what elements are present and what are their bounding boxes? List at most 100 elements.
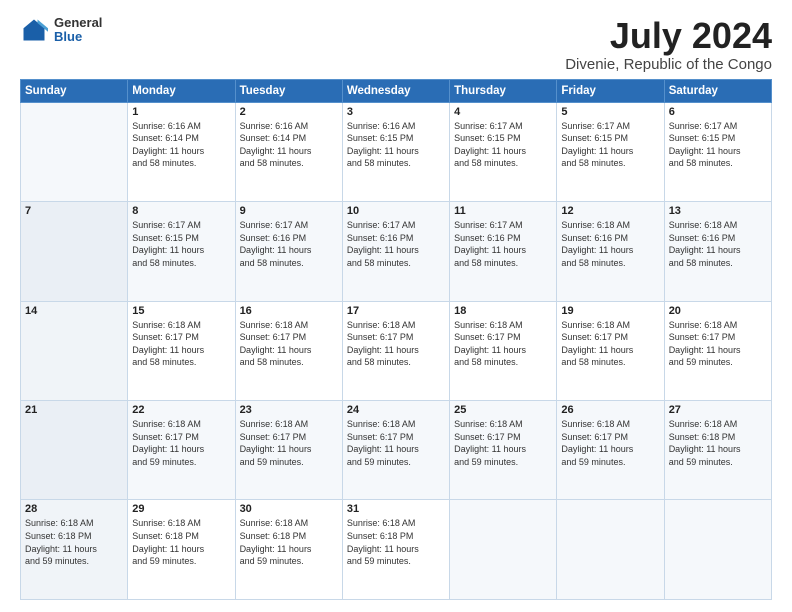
calendar-cell: 28Sunrise: 6:18 AM Sunset: 6:18 PM Dayli… [21,500,128,600]
day-number: 21 [25,404,123,416]
day-info: Sunrise: 6:18 AM Sunset: 6:18 PM Dayligh… [132,517,230,567]
day-number: 12 [561,205,659,217]
day-number: 23 [240,404,338,416]
calendar-header-tuesday: Tuesday [235,79,342,102]
day-number: 18 [454,305,552,317]
calendar-cell: 21 [21,401,128,500]
day-info: Sunrise: 6:16 AM Sunset: 6:14 PM Dayligh… [240,120,338,170]
day-info: Sunrise: 6:18 AM Sunset: 6:17 PM Dayligh… [454,319,552,369]
day-number: 7 [25,205,123,217]
day-number: 8 [132,205,230,217]
calendar-cell: 7 [21,202,128,301]
calendar-cell: 27 Sunrise: 6:18 AM Sunset: 6:18 PM Dayli… [664,401,771,500]
calendar-cell [557,500,664,600]
calendar-cell: 10 Sunrise: 6:17 AM Sunset: 6:16 PM Dayli… [342,202,449,301]
day-number: 6 [669,106,767,118]
calendar-cell: 14 [21,301,128,400]
logo-general: General [54,16,102,30]
logo-icon [20,16,48,44]
calendar-cell: 3Sunrise: 6:16 AM Sunset: 6:15 PM Daylig… [342,102,449,201]
calendar-cell: 17 Sunrise: 6:18 AM Sunset: 6:17 PM Dayli… [342,301,449,400]
day-info: Sunrise: 6:17 AM Sunset: 6:15 PM Dayligh… [561,120,659,170]
day-info: Sunrise: 6:18 AM Sunset: 6:17 PM Dayligh… [561,319,659,369]
day-number: 15 [132,305,230,317]
calendar-header-wednesday: Wednesday [342,79,449,102]
day-number: 20 [669,305,767,317]
day-number: 3 [347,106,445,118]
day-number: 28 [25,503,123,515]
calendar-cell: 11 Sunrise: 6:17 AM Sunset: 6:16 PM Dayli… [450,202,557,301]
calendar-cell: 23 Sunrise: 6:18 AM Sunset: 6:17 PM Dayli… [235,401,342,500]
calendar-cell: 20 Sunrise: 6:18 AM Sunset: 6:17 PM Dayli… [664,301,771,400]
day-number: 17 [347,305,445,317]
calendar-cell: 19 Sunrise: 6:18 AM Sunset: 6:17 PM Dayli… [557,301,664,400]
calendar-cell [664,500,771,600]
calendar-cell: 31 Sunrise: 6:18 AM Sunset: 6:18 PM Dayli… [342,500,449,600]
day-number: 31 [347,503,445,515]
calendar-cell: 2 Sunrise: 6:16 AM Sunset: 6:14 PM Daylig… [235,102,342,201]
day-number: 19 [561,305,659,317]
day-number: 26 [561,404,659,416]
day-info: Sunrise: 6:17 AM Sunset: 6:16 PM Dayligh… [347,219,445,269]
day-info: Sunrise: 6:18 AM Sunset: 6:18 PM Dayligh… [669,418,767,468]
calendar-cell: 24Sunrise: 6:18 AM Sunset: 6:17 PM Dayli… [342,401,449,500]
day-number: 1 [132,106,230,118]
calendar-header-saturday: Saturday [664,79,771,102]
calendar-cell: 4Sunrise: 6:17 AM Sunset: 6:15 PM Daylig… [450,102,557,201]
logo-text: General Blue [54,16,102,45]
month-title: July 2024 [565,16,772,56]
calendar-week-row: 78 Sunrise: 6:17 AM Sunset: 6:15 PM Dayli… [21,202,772,301]
day-number: 13 [669,205,767,217]
logo-blue: Blue [54,30,102,44]
day-info: Sunrise: 6:18 AM Sunset: 6:17 PM Dayligh… [240,418,338,468]
day-number: 2 [240,106,338,118]
calendar-week-row: 1 Sunrise: 6:16 AM Sunset: 6:14 PM Daylig… [21,102,772,201]
calendar-cell: 5 Sunrise: 6:17 AM Sunset: 6:15 PM Daylig… [557,102,664,201]
day-number: 5 [561,106,659,118]
calendar-week-row: 1415Sunrise: 6:18 AM Sunset: 6:17 PM Day… [21,301,772,400]
day-info: Sunrise: 6:17 AM Sunset: 6:16 PM Dayligh… [240,219,338,269]
calendar-cell: 15Sunrise: 6:18 AM Sunset: 6:17 PM Dayli… [128,301,235,400]
calendar-header-friday: Friday [557,79,664,102]
day-number: 27 [669,404,767,416]
calendar-cell: 22 Sunrise: 6:18 AM Sunset: 6:17 PM Dayli… [128,401,235,500]
day-number: 22 [132,404,230,416]
page: General Blue July 2024 Divenie, Republic… [0,0,792,612]
calendar-header-sunday: Sunday [21,79,128,102]
calendar-cell: 12 Sunrise: 6:18 AM Sunset: 6:16 PM Dayli… [557,202,664,301]
day-info: Sunrise: 6:18 AM Sunset: 6:17 PM Dayligh… [347,418,445,468]
calendar-cell [450,500,557,600]
day-info: Sunrise: 6:18 AM Sunset: 6:17 PM Dayligh… [240,319,338,369]
day-number: 11 [454,205,552,217]
day-info: Sunrise: 6:18 AM Sunset: 6:18 PM Dayligh… [347,517,445,567]
calendar-cell: 18 Sunrise: 6:18 AM Sunset: 6:17 PM Dayli… [450,301,557,400]
logo: General Blue [20,16,102,45]
calendar-cell: 8 Sunrise: 6:17 AM Sunset: 6:15 PM Daylig… [128,202,235,301]
calendar-cell: 26Sunrise: 6:18 AM Sunset: 6:17 PM Dayli… [557,401,664,500]
calendar-week-row: 21 22 Sunrise: 6:18 AM Sunset: 6:17 PM Day… [21,401,772,500]
day-info: Sunrise: 6:18 AM Sunset: 6:17 PM Dayligh… [669,319,767,369]
day-info: Sunrise: 6:17 AM Sunset: 6:16 PM Dayligh… [454,219,552,269]
calendar-header-thursday: Thursday [450,79,557,102]
day-info: Sunrise: 6:18 AM Sunset: 6:16 PM Dayligh… [561,219,659,269]
day-info: Sunrise: 6:17 AM Sunset: 6:15 PM Dayligh… [454,120,552,170]
calendar-cell: 9Sunrise: 6:17 AM Sunset: 6:16 PM Daylig… [235,202,342,301]
calendar-week-row: 28 Sunrise: 6:18 AM Sunset: 6:18 PM Dayli… [21,500,772,600]
day-number: 10 [347,205,445,217]
day-info: Sunrise: 6:18 AM Sunset: 6:17 PM Dayligh… [132,418,230,468]
day-info: Sunrise: 6:18 AM Sunset: 6:17 PM Dayligh… [347,319,445,369]
header: General Blue July 2024 Divenie, Republic… [20,16,772,73]
day-info: Sunrise: 6:18 AM Sunset: 6:17 PM Dayligh… [454,418,552,468]
day-number: 30 [240,503,338,515]
day-number: 16 [240,305,338,317]
day-number: 25 [454,404,552,416]
calendar-cell: 16 Sunrise: 6:18 AM Sunset: 6:17 PM Dayli… [235,301,342,400]
calendar-cell: 6Sunrise: 6:17 AM Sunset: 6:15 PM Daylig… [664,102,771,201]
day-info: Sunrise: 6:16 AM Sunset: 6:14 PM Dayligh… [132,120,230,170]
calendar-cell: 1 Sunrise: 6:16 AM Sunset: 6:14 PM Daylig… [128,102,235,201]
location-title: Divenie, Republic of the Congo [565,56,772,73]
calendar-cell: 30 Sunrise: 6:18 AM Sunset: 6:18 PM Dayli… [235,500,342,600]
day-info: Sunrise: 6:18 AM Sunset: 6:18 PM Dayligh… [240,517,338,567]
day-info: Sunrise: 6:17 AM Sunset: 6:15 PM Dayligh… [132,219,230,269]
calendar-cell: 25 Sunrise: 6:18 AM Sunset: 6:17 PM Dayli… [450,401,557,500]
